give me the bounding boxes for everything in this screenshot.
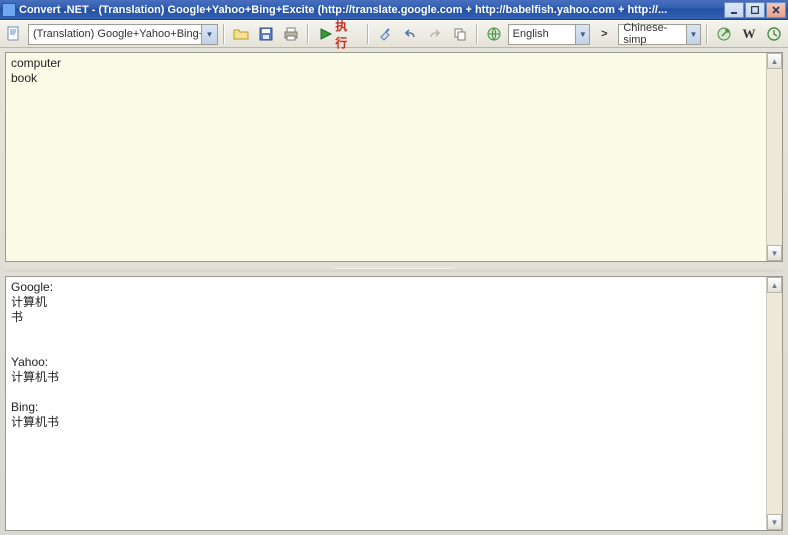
output-text[interactable]: Google: 计算机 书 Yahoo: 计算机书 Bing: 计算机书 (6, 277, 766, 530)
separator (367, 24, 369, 44)
copy-icon[interactable] (449, 23, 471, 45)
chevron-down-icon[interactable]: ▼ (575, 25, 589, 44)
lang-to-select[interactable]: Chinese-simp ▼ (618, 24, 701, 45)
redo-icon[interactable] (424, 23, 446, 45)
execute-button[interactable]: 执行 (314, 23, 362, 45)
app-icon (2, 3, 16, 17)
window-title: Convert .NET - (Translation) Google+Yaho… (19, 4, 724, 16)
separator (307, 24, 309, 44)
splitter[interactable] (5, 266, 783, 272)
chevron-down-icon[interactable]: ▼ (201, 25, 217, 44)
chevron-down-icon[interactable]: ▼ (686, 25, 700, 44)
lang-from-select[interactable]: English ▼ (508, 24, 591, 45)
scroll-track[interactable] (767, 69, 782, 245)
minimize-button[interactable] (724, 2, 744, 18)
document-icon[interactable] (3, 23, 25, 45)
separator (706, 24, 708, 44)
save-icon[interactable] (255, 23, 277, 45)
lang-to-text: Chinese-simp (619, 22, 686, 46)
wikipedia-icon[interactable]: W (738, 23, 760, 45)
scroll-track[interactable] (767, 293, 782, 514)
swap-languages-button[interactable]: > (593, 23, 615, 45)
input-scrollbar[interactable]: ▲ ▼ (766, 53, 782, 261)
undo-icon[interactable] (399, 23, 421, 45)
lang-from-text: English (509, 28, 576, 40)
output-pane: Google: 计算机 书 Yahoo: 计算机书 Bing: 计算机书 ▲ ▼ (5, 276, 783, 531)
mode-select[interactable]: (Translation) Google+Yahoo+Bing+E ▼ (28, 24, 218, 45)
execute-icon (319, 26, 333, 42)
execute-label: 执行 (335, 17, 356, 51)
input-pane: ▲ ▼ (5, 52, 783, 262)
scroll-down-icon[interactable]: ▼ (767, 514, 782, 530)
clear-icon[interactable] (374, 23, 396, 45)
maximize-button[interactable] (745, 2, 765, 18)
titlebar: Convert .NET - (Translation) Google+Yaho… (0, 0, 788, 20)
globe-icon[interactable] (483, 23, 505, 45)
content-area: ▲ ▼ Google: 计算机 书 Yahoo: 计算机书 Bing: 计算机书… (0, 48, 788, 535)
external-link-icon[interactable] (713, 23, 735, 45)
separator (223, 24, 225, 44)
scroll-down-icon[interactable]: ▼ (767, 245, 782, 261)
input-textarea[interactable] (6, 53, 766, 261)
output-scrollbar[interactable]: ▲ ▼ (766, 277, 782, 530)
separator (476, 24, 478, 44)
open-folder-icon[interactable] (230, 23, 252, 45)
mode-select-text: (Translation) Google+Yahoo+Bing+E (29, 28, 201, 40)
scroll-up-icon[interactable]: ▲ (767, 53, 782, 69)
print-icon[interactable] (280, 23, 302, 45)
toolbar: (Translation) Google+Yahoo+Bing+E ▼ 执行 E… (0, 20, 788, 48)
history-icon[interactable] (763, 23, 785, 45)
close-button[interactable] (766, 2, 786, 18)
window-controls (724, 2, 786, 18)
scroll-up-icon[interactable]: ▲ (767, 277, 782, 293)
